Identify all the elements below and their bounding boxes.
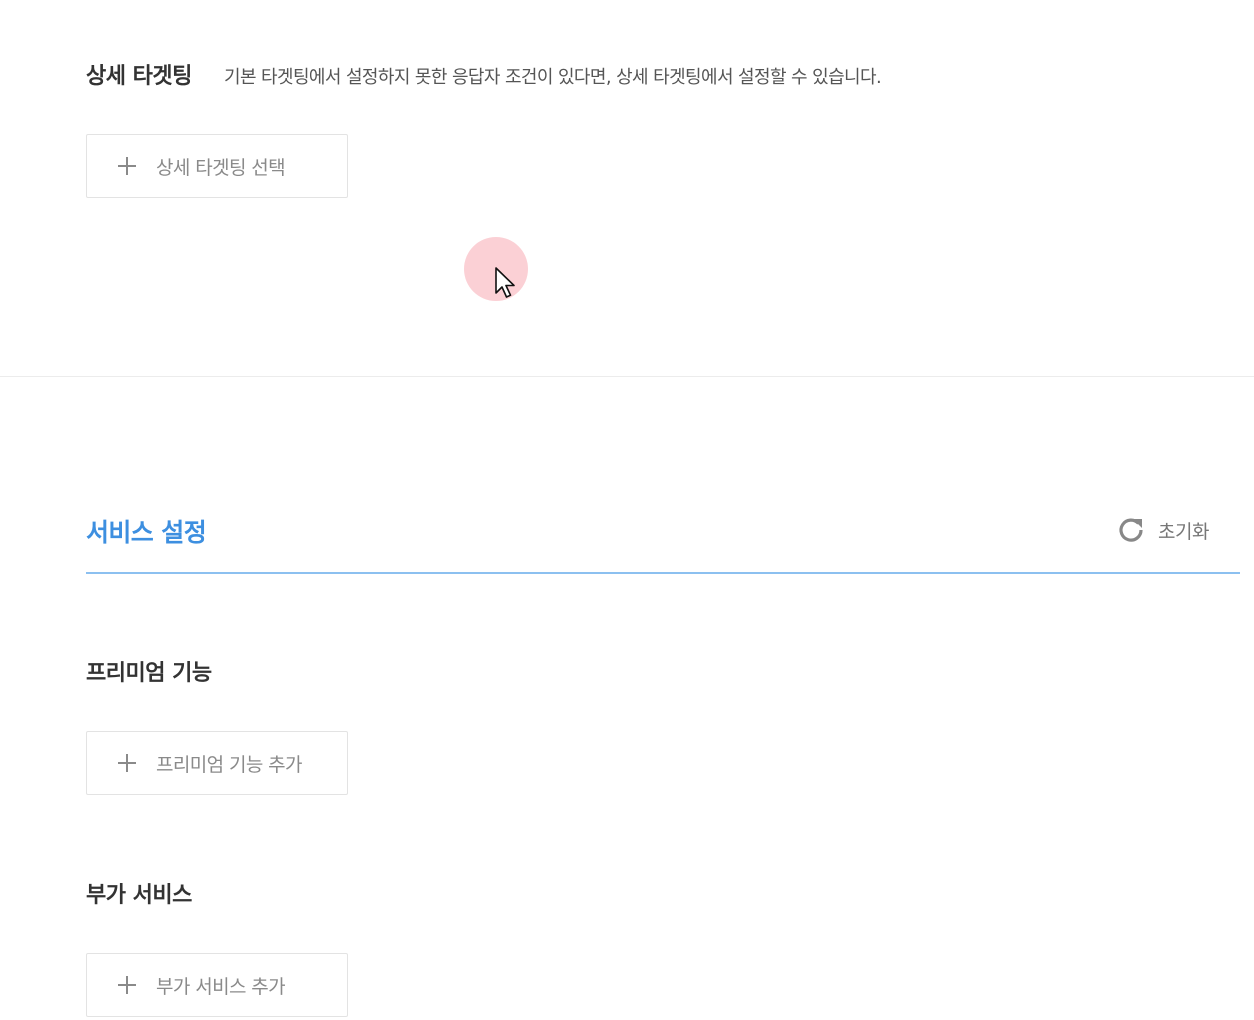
service-settings-underline	[86, 572, 1240, 574]
add-additional-service-label: 부가 서비스 추가	[156, 975, 286, 998]
additional-services-title: 부가 서비스	[86, 883, 192, 908]
select-detailed-targeting-button[interactable]: 상세 타겟팅 선택	[86, 134, 348, 198]
plus-icon	[118, 754, 136, 772]
select-detailed-targeting-label: 상세 타겟팅 선택	[156, 156, 286, 179]
reset-button[interactable]: 초기화	[1116, 515, 1209, 545]
plus-icon	[118, 976, 136, 994]
add-additional-service-button[interactable]: 부가 서비스 추가	[86, 953, 348, 1017]
plus-icon	[118, 157, 136, 175]
reset-label: 초기화	[1158, 520, 1209, 543]
detailed-targeting-description: 기본 타겟팅에서 설정하지 못한 응답자 조건이 있다면, 상세 타겟팅에서 설…	[224, 67, 882, 88]
add-premium-feature-button[interactable]: 프리미엄 기능 추가	[86, 731, 348, 795]
service-settings-title: 서비스 설정	[86, 518, 207, 547]
detailed-targeting-title: 상세 타겟팅	[86, 64, 192, 89]
add-premium-feature-label: 프리미엄 기능 추가	[156, 753, 303, 776]
refresh-icon	[1116, 515, 1146, 545]
mouse-pointer-icon	[494, 266, 518, 306]
premium-features-title: 프리미엄 기능	[86, 661, 212, 686]
section-divider	[0, 376, 1254, 377]
